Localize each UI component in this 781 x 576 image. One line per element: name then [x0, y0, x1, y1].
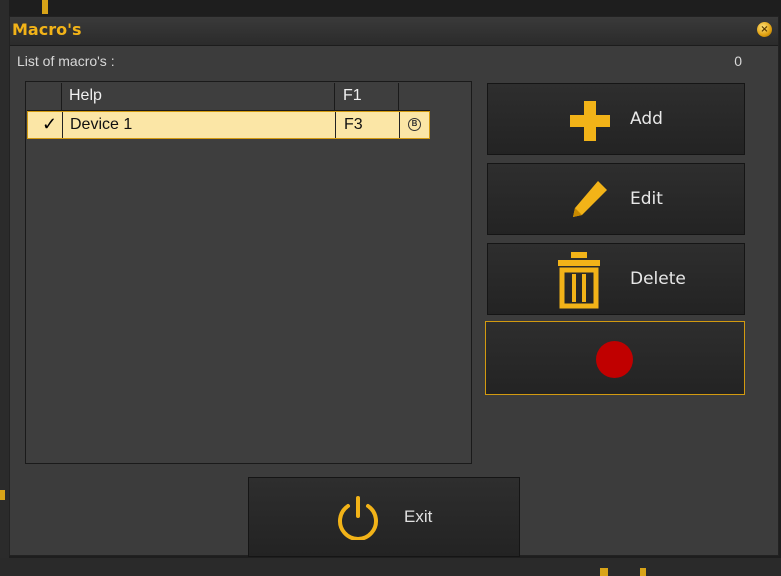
pencil-icon: [573, 181, 607, 217]
macro-check-cell[interactable]: ✓: [28, 112, 63, 138]
macro-list[interactable]: Help F1 ✓ Device 1 F3 B: [25, 81, 472, 464]
macro-badge-cell: [399, 83, 430, 110]
edit-button-label: Edit: [630, 189, 663, 209]
exit-button[interactable]: Exit: [248, 477, 520, 557]
macro-check-cell[interactable]: [27, 83, 62, 110]
trash-icon: [558, 252, 600, 309]
background-panel-bottom: [0, 558, 781, 576]
macro-badge-cell: B: [400, 112, 431, 138]
plus-icon: [570, 101, 610, 141]
macros-dialog: Macro's × List of macro's : 0 Help F1 ✓ …: [9, 16, 779, 557]
background-mark: [42, 0, 48, 14]
add-button-label: Add: [630, 109, 663, 129]
add-button[interactable]: Add: [487, 83, 745, 155]
macro-list-label: List of macro's :: [17, 53, 115, 69]
record-button[interactable]: [485, 321, 745, 395]
delete-button[interactable]: Delete: [487, 243, 745, 315]
close-icon: ×: [760, 24, 769, 35]
power-icon: [338, 496, 378, 540]
macro-key: F1: [335, 83, 399, 110]
macro-name: Device 1: [63, 112, 336, 138]
macro-badge-icon: B: [408, 118, 421, 131]
macro-count: 0: [734, 53, 742, 69]
macro-row-help[interactable]: Help F1: [27, 83, 430, 111]
dialog-title: Macro's: [12, 20, 82, 39]
delete-button-label: Delete: [630, 269, 686, 289]
macro-key: F3: [336, 112, 400, 138]
macro-name: Help: [62, 83, 335, 110]
close-button[interactable]: ×: [757, 22, 772, 37]
exit-button-label: Exit: [404, 507, 433, 526]
title-bar[interactable]: Macro's ×: [10, 17, 778, 46]
background-panel-left: [0, 0, 9, 576]
macro-row-device-1[interactable]: ✓ Device 1 F3 B: [27, 111, 430, 139]
record-icon: [596, 341, 633, 378]
edit-button[interactable]: Edit: [487, 163, 745, 235]
background-mark: [640, 568, 646, 576]
checkmark-icon: ✓: [42, 114, 58, 134]
background-mark: [0, 490, 5, 500]
background-mark: [600, 568, 608, 576]
